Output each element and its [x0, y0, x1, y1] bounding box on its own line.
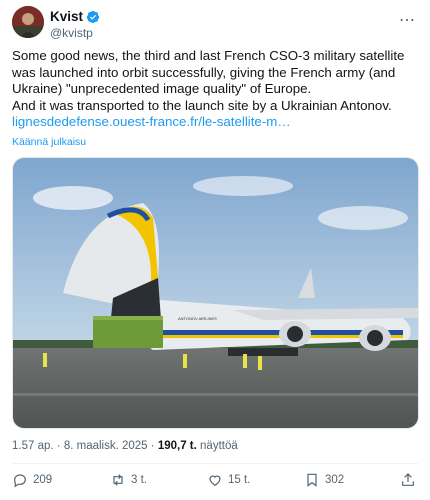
- action-bar: 209 3 t. 15 t. 302: [12, 472, 418, 494]
- translate-post-link[interactable]: Käännä julkaisu: [12, 136, 86, 148]
- more-options-icon[interactable]: ⋯: [399, 10, 416, 30]
- views-count: 190,7 t.: [157, 440, 197, 452]
- share-icon: [402, 473, 414, 486]
- aircraft-lettering: ANTONOV AIRLINES: [178, 316, 217, 321]
- like-count: 15 t.: [228, 474, 251, 486]
- tweet-text: Some good news, the third and last Frenc…: [12, 48, 420, 131]
- tweet-media-image[interactable]: ANTONOV AIRLINES: [12, 157, 419, 429]
- tweet-metadata: 1.57 ap. · 8. maalisk. 2025 · 190,7 t. n…: [12, 440, 238, 452]
- avatar[interactable]: [12, 6, 44, 38]
- views-label: näyttöä: [200, 440, 238, 452]
- repost-icon: [113, 474, 123, 486]
- tweet-paragraph-1: Some good news, the third and last Frenc…: [12, 48, 405, 96]
- like-button[interactable]: 15 t.: [207, 472, 250, 488]
- share-button[interactable]: [400, 472, 416, 488]
- reply-icon: [14, 474, 26, 488]
- bookmark-icon: [307, 473, 317, 487]
- antonov-photo: ANTONOV AIRLINES: [13, 158, 418, 428]
- repost-button[interactable]: 3 t.: [110, 472, 147, 488]
- name-row: Kvist: [50, 9, 100, 24]
- article-link[interactable]: lignesdedefense.ouest-france.fr/le-satel…: [12, 114, 291, 129]
- reply-count: 209: [33, 474, 53, 486]
- post-date[interactable]: 8. maalisk. 2025: [64, 440, 148, 452]
- reply-button[interactable]: 209: [12, 472, 52, 488]
- meta-separator: ·: [56, 440, 61, 452]
- handle[interactable]: @kvistp: [50, 26, 93, 40]
- profile-picture-icon: [12, 6, 44, 38]
- repost-count: 3 t.: [131, 474, 147, 486]
- tweet-paragraph-2: And it was transported to the launch sit…: [12, 97, 392, 113]
- bookmark-button[interactable]: 302: [304, 472, 344, 488]
- post-time[interactable]: 1.57 ap.: [12, 440, 54, 452]
- divider: [12, 463, 418, 464]
- heart-icon: [209, 475, 221, 487]
- bookmark-count: 302: [325, 474, 345, 486]
- display-name[interactable]: Kvist: [50, 9, 83, 24]
- meta-separator: ·: [150, 440, 155, 452]
- verified-badge-icon: [86, 10, 100, 23]
- tweet-header: Kvist @kvistp ⋯: [12, 6, 418, 42]
